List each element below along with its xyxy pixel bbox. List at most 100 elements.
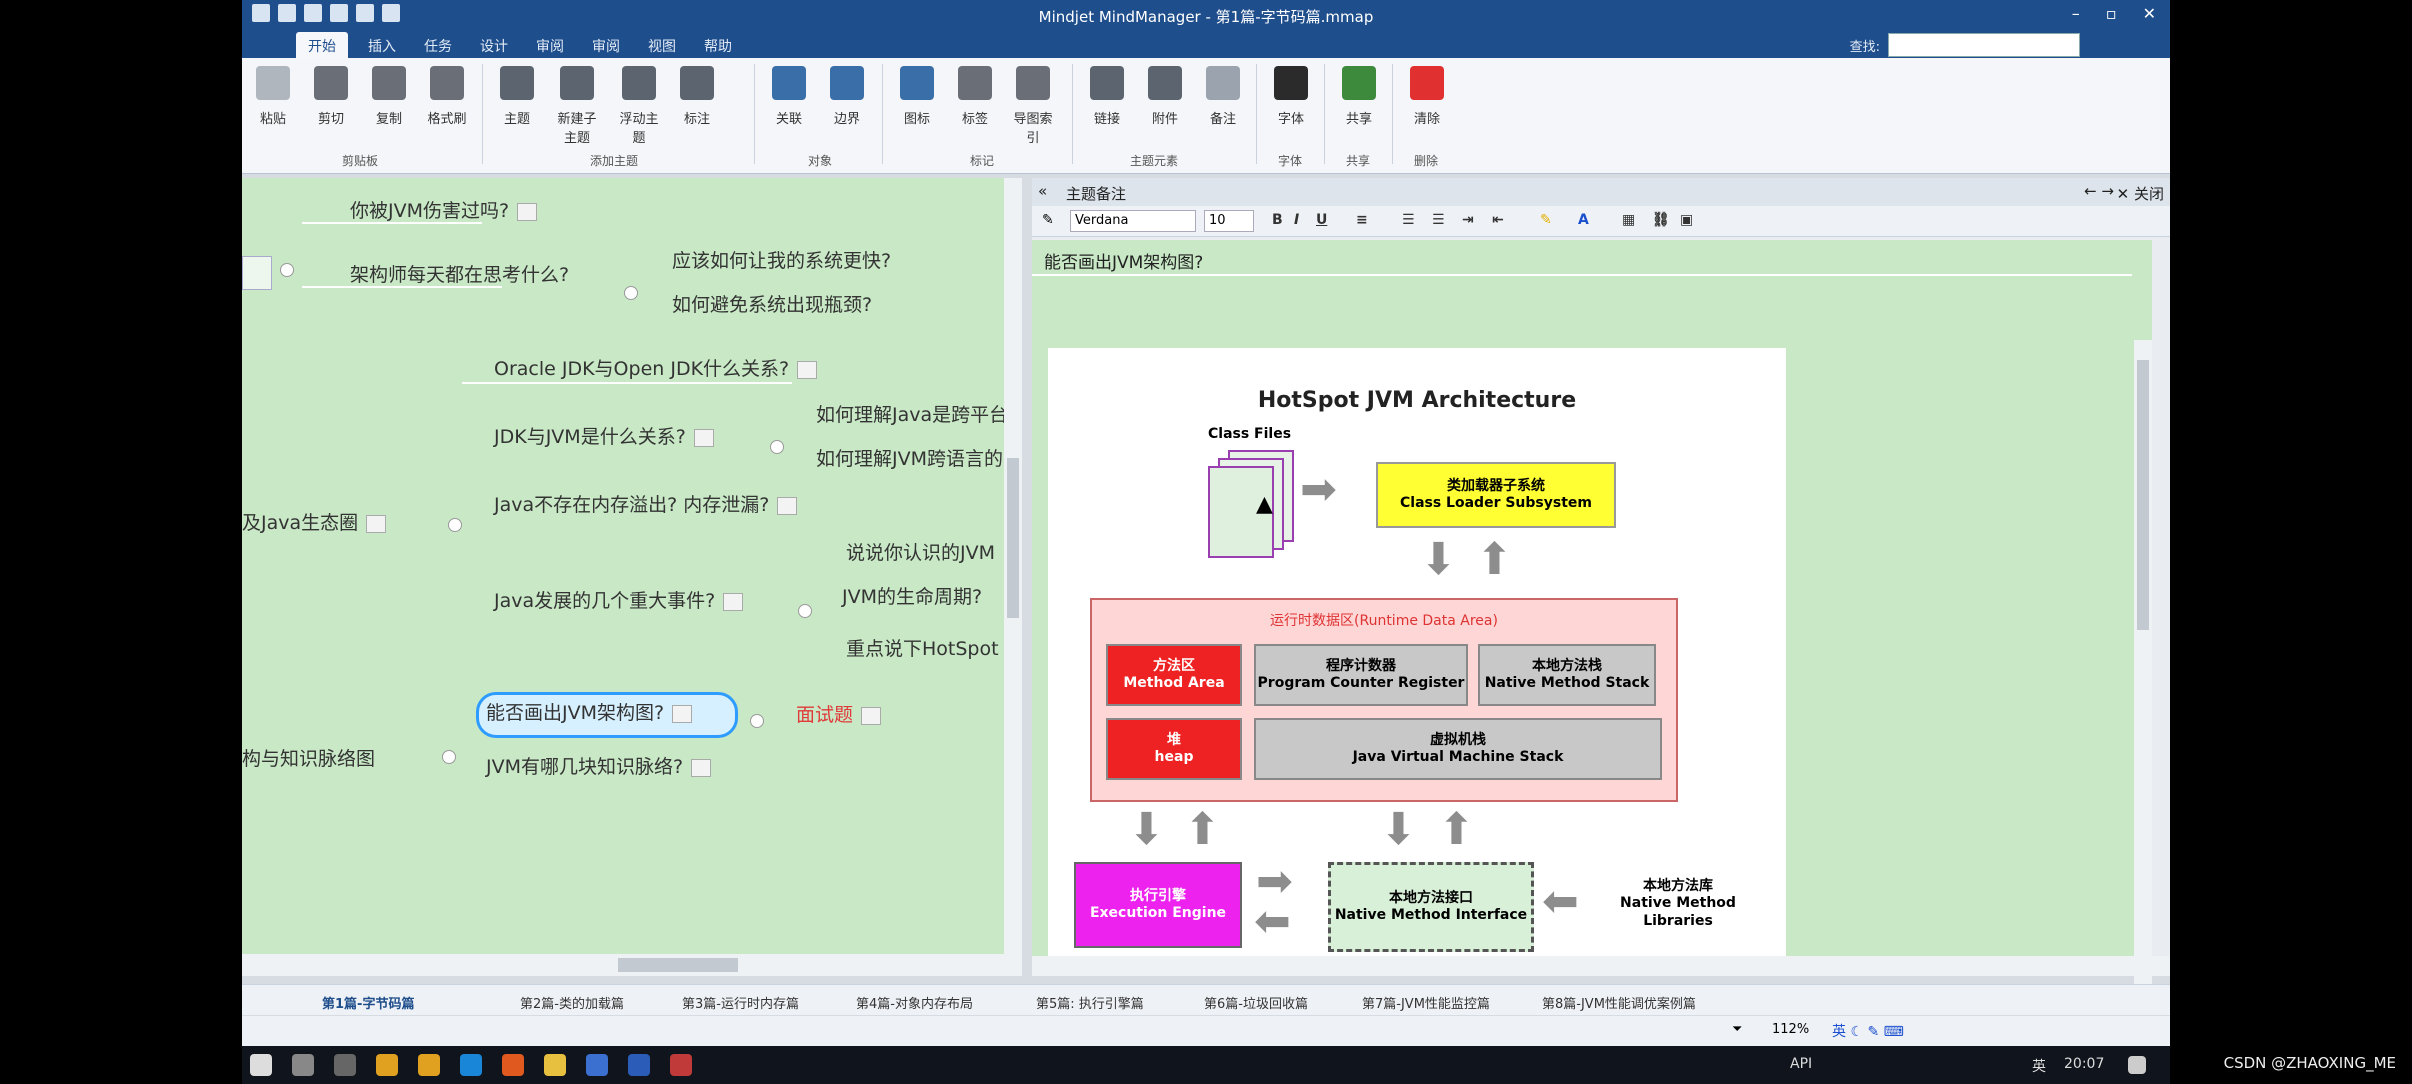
doc-tab-3[interactable]: 第3篇-运行时内存篇 [682, 993, 799, 1012]
attachment-button[interactable]: 附件 [1140, 66, 1190, 127]
notes-body[interactable]: 能否画出JVM架构图? HotSpot JVM Architecture Cla… [1032, 240, 2152, 1010]
map-index-button[interactable]: 导图索引 [1008, 66, 1058, 146]
note-icon[interactable] [693, 428, 714, 447]
format-brush-icon[interactable]: ✎ [1042, 212, 1054, 228]
collapse-pane-icon[interactable]: « [1038, 182, 1047, 200]
bullet-list-icon[interactable]: ☰ [1432, 212, 1445, 228]
highlight-icon[interactable]: ✎ [1540, 212, 1552, 228]
mindmanager-icon[interactable] [628, 1054, 650, 1076]
doc-tab-2[interactable]: 第2篇-类的加载篇 [520, 993, 624, 1012]
delete-button[interactable]: 清除 [1402, 66, 1452, 127]
collapse-toggle[interactable] [750, 714, 764, 728]
input-language[interactable]: 英 [2032, 1056, 2046, 1076]
callout-button[interactable]: 标注 [672, 66, 722, 127]
tab-review-2[interactable]: 审阅 [592, 36, 620, 56]
map-node[interactable]: 如何避免系统出现瓶颈? [672, 290, 872, 317]
chrome-icon[interactable] [418, 1054, 440, 1076]
boundary-button[interactable]: 边界 [822, 66, 872, 127]
filter-icon[interactable]: ⏷ [1732, 1022, 1742, 1037]
outdent-icon[interactable]: ⇤ [1492, 212, 1504, 228]
close-notes-button[interactable]: ✕ 关闭 [2117, 183, 2164, 204]
font-color-icon[interactable]: A [1578, 212, 1589, 228]
map-node[interactable]: Java不存在内存溢出? 内存泄漏? [494, 490, 798, 517]
note-icon[interactable] [517, 202, 538, 221]
relation-button[interactable]: 关联 [764, 66, 814, 127]
scroll-thumb[interactable] [2137, 360, 2149, 630]
map-node[interactable]: 如何理解JVM跨语言的 [816, 444, 1003, 471]
root-node-partial[interactable] [242, 256, 272, 290]
link-icon[interactable]: ⛓ [1652, 212, 1670, 228]
copy-button[interactable]: 复制 [364, 66, 414, 127]
map-canvas[interactable]: 你被JVM伤害过吗? 架构师每天都在思考什么? 应该如何让我的系统更快? 如何避… [242, 178, 1022, 976]
minimize-icon[interactable]: – [2072, 4, 2080, 23]
indent-icon[interactable]: ⇥ [1462, 212, 1474, 228]
note-icon[interactable] [366, 514, 387, 533]
doc-tab-5[interactable]: 第5篇: 执行引擎篇 [1036, 993, 1144, 1012]
map-node[interactable]: 重点说下HotSpot [846, 634, 999, 661]
app-icon[interactable] [586, 1054, 608, 1076]
collapse-toggle[interactable] [442, 750, 456, 764]
restore-icon[interactable]: ▫ [2106, 4, 2117, 23]
underline-icon[interactable]: U [1316, 212, 1327, 228]
map-node[interactable]: 如何理解Java是跨平台 [816, 400, 1008, 427]
italic-icon[interactable]: I [1294, 212, 1299, 228]
start-icon[interactable] [250, 1054, 272, 1076]
folder-icon[interactable] [544, 1054, 566, 1076]
tab-task[interactable]: 任务 [424, 36, 452, 56]
zoom-level[interactable]: 112% [1772, 1022, 1809, 1037]
map-node[interactable]: 面试题 [796, 700, 882, 727]
map-node[interactable]: 架构师每天都在思考什么? [350, 260, 569, 287]
tag-button[interactable]: 标签 [950, 66, 1000, 127]
doc-tab-6[interactable]: 第6篇-垃圾回收篇 [1204, 993, 1308, 1012]
firefox-icon[interactable] [502, 1054, 524, 1076]
notes-horizontal-scrollbar[interactable] [1032, 956, 2170, 976]
collapse-toggle[interactable] [770, 440, 784, 454]
new-subtopic-button[interactable]: 新建子主题 [552, 66, 602, 146]
bold-icon[interactable]: B [1272, 212, 1283, 228]
font-button[interactable]: 字体 [1266, 66, 1316, 127]
collapse-toggle[interactable] [624, 286, 638, 300]
doc-tab-1[interactable]: 第1篇-字节码篇 [322, 993, 414, 1012]
map-node[interactable]: 及Java生态圈 [242, 508, 387, 535]
cut-button[interactable]: 剪切 [306, 66, 356, 127]
tab-review[interactable]: 审阅 [536, 36, 564, 56]
search-icon[interactable] [292, 1054, 314, 1076]
tab-insert[interactable]: 插入 [368, 36, 396, 56]
share-button[interactable]: 共享 [1334, 66, 1384, 127]
numbered-list-icon[interactable]: ☰ [1402, 212, 1415, 228]
note-button[interactable]: 备注 [1198, 66, 1248, 127]
collapse-toggle[interactable] [798, 604, 812, 618]
topic-button[interactable]: 主题 [492, 66, 542, 127]
collapse-toggle[interactable] [448, 518, 462, 532]
map-node[interactable]: JDK与JVM是什么关系? [494, 422, 714, 449]
icon-button[interactable]: 图标 [892, 66, 942, 127]
map-node[interactable]: 应该如何让我的系统更快? [672, 246, 891, 273]
scroll-thumb[interactable] [1007, 458, 1019, 618]
clock[interactable]: 20:07 [2064, 1056, 2104, 1072]
note-icon[interactable] [861, 706, 882, 725]
app-icon[interactable] [670, 1054, 692, 1076]
nav-arrows-icon[interactable]: ← → [2084, 182, 2114, 200]
doc-tab-8[interactable]: 第8篇-JVM性能调优案例篇 [1542, 993, 1696, 1012]
doc-tab-4[interactable]: 第4篇-对象内存布局 [856, 993, 973, 1012]
tab-design[interactable]: 设计 [480, 36, 508, 56]
tab-help[interactable]: 帮助 [704, 36, 732, 56]
map-node[interactable]: 能否画出JVM架构图? [486, 698, 693, 725]
tab-view[interactable]: 视图 [648, 36, 676, 56]
doc-tab-7[interactable]: 第7篇-JVM性能监控篇 [1362, 993, 1490, 1012]
paste-button[interactable]: 粘贴 [248, 66, 298, 127]
map-node[interactable]: 你被JVM伤害过吗? [350, 196, 538, 223]
note-icon[interactable] [797, 360, 818, 379]
close-icon[interactable]: ✕ [2143, 4, 2156, 23]
link-button[interactable]: 链接 [1082, 66, 1132, 127]
font-select[interactable]: Verdana [1070, 210, 1196, 232]
map-node[interactable]: 构与知识脉络图 [242, 744, 375, 771]
note-icon[interactable] [723, 592, 744, 611]
align-icon[interactable]: ≡ [1356, 212, 1368, 228]
floating-topic-button[interactable]: 浮动主题 [614, 66, 664, 146]
tab-home[interactable]: 开始 [296, 32, 348, 60]
map-node[interactable]: 说说你认识的JVM [846, 538, 995, 565]
collapse-toggle[interactable] [280, 263, 294, 277]
search-input[interactable] [1888, 33, 2080, 57]
image-icon[interactable]: ▣ [1680, 212, 1693, 228]
